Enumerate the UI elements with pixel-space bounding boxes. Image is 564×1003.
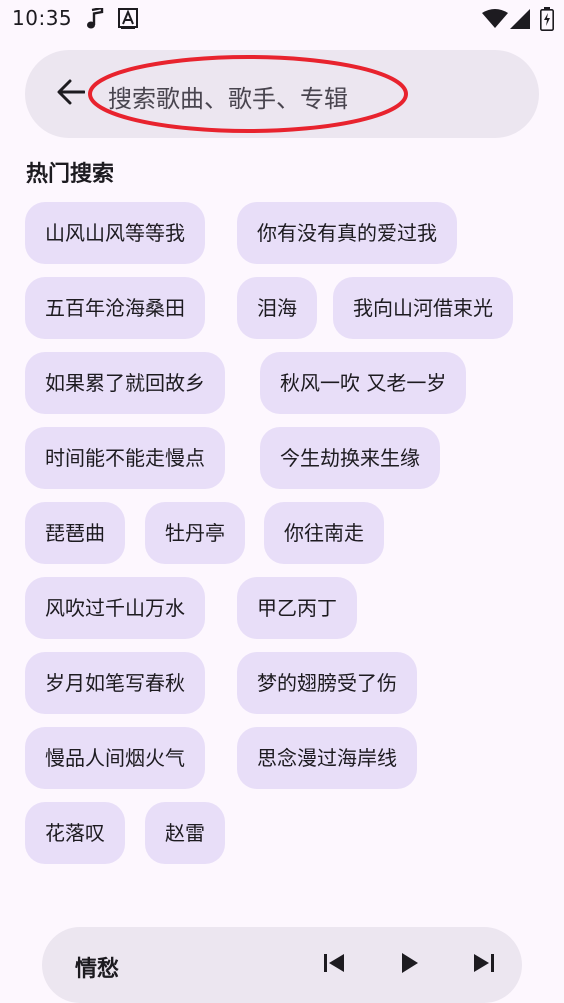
skip-next-button[interactable] [466,947,502,983]
arrow-back-icon [57,79,86,109]
mini-player[interactable]: 情愁 [42,927,522,1003]
play-button[interactable] [392,947,428,983]
chip-hot-search[interactable]: 你有没有真的爱过我 [237,202,457,264]
status-time: 10:35 [12,6,73,30]
chip-hot-search[interactable]: 泪海 [237,277,317,339]
chip-hot-search[interactable]: 五百年沧海桑田 [25,277,205,339]
search-input[interactable]: 搜索歌曲、歌手、专辑 [108,79,348,114]
chip-hot-search[interactable]: 我向山河借束光 [333,277,513,339]
keyboard-a-icon [118,8,138,34]
wifi-icon [482,9,508,33]
chip-hot-search[interactable]: 花落叹 [25,802,125,864]
chip-hot-search[interactable]: 琵琶曲 [25,502,125,564]
chip-hot-search[interactable]: 如果累了就回故乡 [25,352,225,414]
search-bar[interactable]: 搜索歌曲、歌手、专辑 [25,50,539,138]
battery-charging-icon [540,7,554,35]
chip-hot-search[interactable]: 你往南走 [264,502,384,564]
chip-hot-search[interactable]: 甲乙丙丁 [237,577,357,639]
chip-hot-search[interactable]: 秋风一吹 又老一岁 [260,352,467,414]
chip-hot-search[interactable]: 慢品人间烟火气 [25,727,205,789]
skip-next-icon [473,953,495,977]
chip-hot-search[interactable]: 时间能不能走慢点 [25,427,225,489]
status-bar: 10:35 [0,0,564,38]
skip-previous-icon [323,953,345,977]
music-note-icon [86,6,104,34]
chip-hot-search[interactable]: 赵雷 [145,802,225,864]
play-icon [401,952,419,978]
chip-hot-search[interactable]: 今生劫换来生缘 [260,427,440,489]
back-button[interactable] [53,76,89,112]
cell-signal-icon [510,9,530,33]
chip-hot-search[interactable]: 梦的翅膀受了伤 [237,652,417,714]
player-song-title: 情愁 [75,957,120,982]
chip-hot-search[interactable]: 风吹过千山万水 [25,577,205,639]
section-title-hot-search: 热门搜索 [26,162,115,187]
chip-hot-search[interactable]: 山风山风等等我 [25,202,205,264]
skip-previous-button[interactable] [316,947,352,983]
chip-hot-search[interactable]: 岁月如笔写春秋 [25,652,205,714]
chip-hot-search[interactable]: 思念漫过海岸线 [237,727,417,789]
chip-hot-search[interactable]: 牡丹亭 [145,502,245,564]
